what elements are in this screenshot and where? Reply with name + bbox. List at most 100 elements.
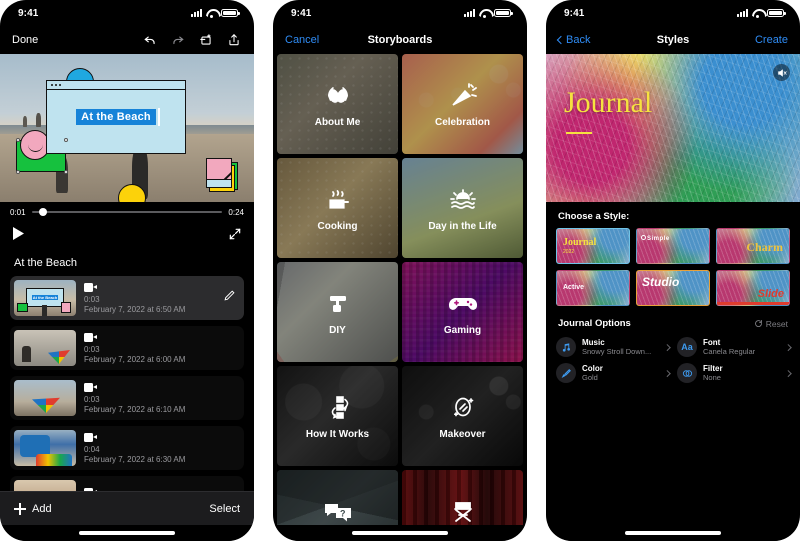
expand-icon[interactable] [228, 227, 242, 246]
game-controller-icon [446, 289, 480, 319]
cancel-button[interactable]: Cancel [285, 34, 319, 46]
reset-arrow-icon [754, 320, 762, 327]
choose-style-label: Choose a Style: [558, 211, 630, 222]
storyboard-card-label: About Me [314, 116, 361, 128]
editor-tab-bar: Add Select [0, 491, 254, 525]
video-camera-icon [84, 332, 97, 342]
home-indicator[interactable] [79, 531, 175, 535]
style-thumbnail-grid[interactable]: Journal 2022 Simple Charm Active Studio [546, 228, 800, 306]
add-button[interactable]: Add [14, 502, 52, 515]
option-color[interactable]: Color Gold [556, 363, 670, 383]
chevron-right-icon [663, 369, 670, 377]
storyboard-card-makeover[interactable]: Makeover [402, 366, 523, 466]
chevron-right-icon [663, 343, 670, 351]
selection-handle[interactable] [16, 170, 20, 174]
director-chair-icon [446, 497, 480, 526]
video-preview[interactable]: At the Beach [0, 54, 254, 202]
option-value: Gold [582, 373, 598, 382]
storyboard-card-about-me[interactable]: About Me [277, 54, 398, 154]
back-button[interactable]: Back [556, 34, 590, 46]
status-time: 9:41 [18, 7, 39, 19]
style-thumb-slide[interactable]: Slide [716, 270, 790, 306]
clip-meta: 0:03 February 7, 2022 at 6:00 AM [84, 332, 236, 364]
selection-handle[interactable] [64, 138, 68, 142]
status-time: 9:41 [291, 7, 312, 19]
reset-button[interactable]: Reset [754, 319, 788, 329]
cellular-signal-icon [737, 9, 748, 17]
clip-duration: 0:03 [84, 294, 100, 304]
storyboard-grid[interactable]: About Me Celebration Cooking Day in the … [273, 54, 527, 525]
storyboard-card-label: DIY [329, 324, 346, 336]
style-thumb-active[interactable]: Active [556, 270, 630, 306]
option-music[interactable]: Music Snowy Stroll Down... [556, 337, 670, 357]
undo-icon[interactable] [142, 32, 158, 48]
reset-label: Reset [765, 318, 788, 329]
cellular-signal-icon [191, 9, 202, 17]
battery-icon [494, 9, 513, 17]
hand-mirror-icon [446, 393, 480, 423]
storyboard-card-cooking[interactable]: Cooking [277, 158, 398, 258]
option-font[interactable]: Aa Font Canela Regular [677, 337, 791, 357]
clip-meta: 0:03 February 7, 2022 at 6:10 AM [84, 382, 236, 414]
option-value: Canela Regular [703, 347, 756, 356]
preview-title-text[interactable]: At the Beach [76, 108, 160, 126]
clip-duration: 0:03 [84, 344, 100, 354]
style-preview[interactable]: Journal [546, 54, 800, 202]
home-indicator-area [0, 525, 254, 541]
clip-row[interactable]: 0:04 February 7, 2022 at 6:30 AM [10, 426, 244, 470]
paint-roller-icon [321, 289, 355, 319]
simple-mark-icon [641, 235, 646, 240]
clip-date: February 7, 2022 at 6:50 AM [84, 304, 186, 314]
share-icon[interactable] [226, 32, 242, 48]
clip-row[interactable]: At the Beach 0:03 February 7, 2022 at 6:… [10, 276, 244, 320]
clip-row[interactable]: 0:03 February 7, 2022 at 6:00 AM [10, 326, 244, 370]
styles-nav-bar: Back Styles Create [546, 26, 800, 54]
title-card-overlay[interactable]: At the Beach [46, 80, 186, 154]
battery-icon [767, 9, 786, 17]
battery-icon [221, 9, 240, 17]
status-bar: 9:41 [273, 0, 527, 26]
style-thumb-journal[interactable]: Journal 2022 [556, 228, 630, 264]
storyboard-card-qa[interactable]: ? Q&A [277, 470, 398, 525]
video-camera-icon [84, 382, 97, 392]
add-label: Add [32, 502, 52, 515]
play-icon[interactable] [12, 226, 25, 246]
style-thumb-charm[interactable]: Charm [716, 228, 790, 264]
storyboard-card-celebration[interactable]: Celebration [402, 54, 523, 154]
scrubber-row[interactable]: 0:01 0:24 [0, 202, 254, 222]
done-button[interactable]: Done [12, 34, 38, 46]
home-indicator-area [273, 525, 527, 541]
filter-lens-icon [677, 363, 697, 383]
home-indicator[interactable] [625, 531, 721, 535]
option-name: Music [582, 338, 605, 347]
option-filter[interactable]: Filter None [677, 363, 791, 383]
select-button[interactable]: Select [209, 503, 240, 515]
home-indicator[interactable] [352, 531, 448, 535]
storyboard-card-diy[interactable]: DIY [277, 262, 398, 362]
style-thumb-simple[interactable]: Simple [636, 228, 710, 264]
mute-icon[interactable] [773, 64, 790, 81]
scrubber-track[interactable] [31, 208, 223, 216]
style-preview-rule [566, 132, 592, 134]
clip-list[interactable]: At the Beach 0:03 February 7, 2022 at 6:… [0, 276, 254, 491]
sticker-card-stack[interactable] [206, 158, 238, 192]
storyboard-card-day-in-the-life[interactable]: Day in the Life [402, 158, 523, 258]
clip-row[interactable]: 0:03 February 7, 2022 at 6:10 AM [10, 376, 244, 420]
selection-handle[interactable] [64, 170, 68, 174]
style-thumb-studio[interactable]: Studio [636, 270, 710, 306]
create-button[interactable]: Create [755, 34, 788, 46]
clip-row[interactable]: 0:03 [10, 476, 244, 491]
selection-handle[interactable] [16, 138, 20, 142]
scrubber-knob[interactable] [39, 208, 48, 216]
flowchart-icon [321, 393, 355, 423]
storyboard-card-how-it-works[interactable]: How It Works [277, 366, 398, 466]
redo-icon[interactable] [170, 32, 186, 48]
sunrise-icon [446, 185, 480, 215]
style-thumb-label: Slide [757, 288, 784, 300]
options-grid[interactable]: Music Snowy Stroll Down... Aa Font Canel… [546, 337, 800, 383]
storyboard-card-gaming[interactable]: Gaming [402, 262, 523, 362]
storyboard-card-film[interactable]: Film [402, 470, 523, 525]
slide-accent-bar [717, 302, 789, 305]
pencil-icon[interactable] [223, 289, 236, 307]
magic-frame-icon[interactable] [198, 32, 214, 48]
